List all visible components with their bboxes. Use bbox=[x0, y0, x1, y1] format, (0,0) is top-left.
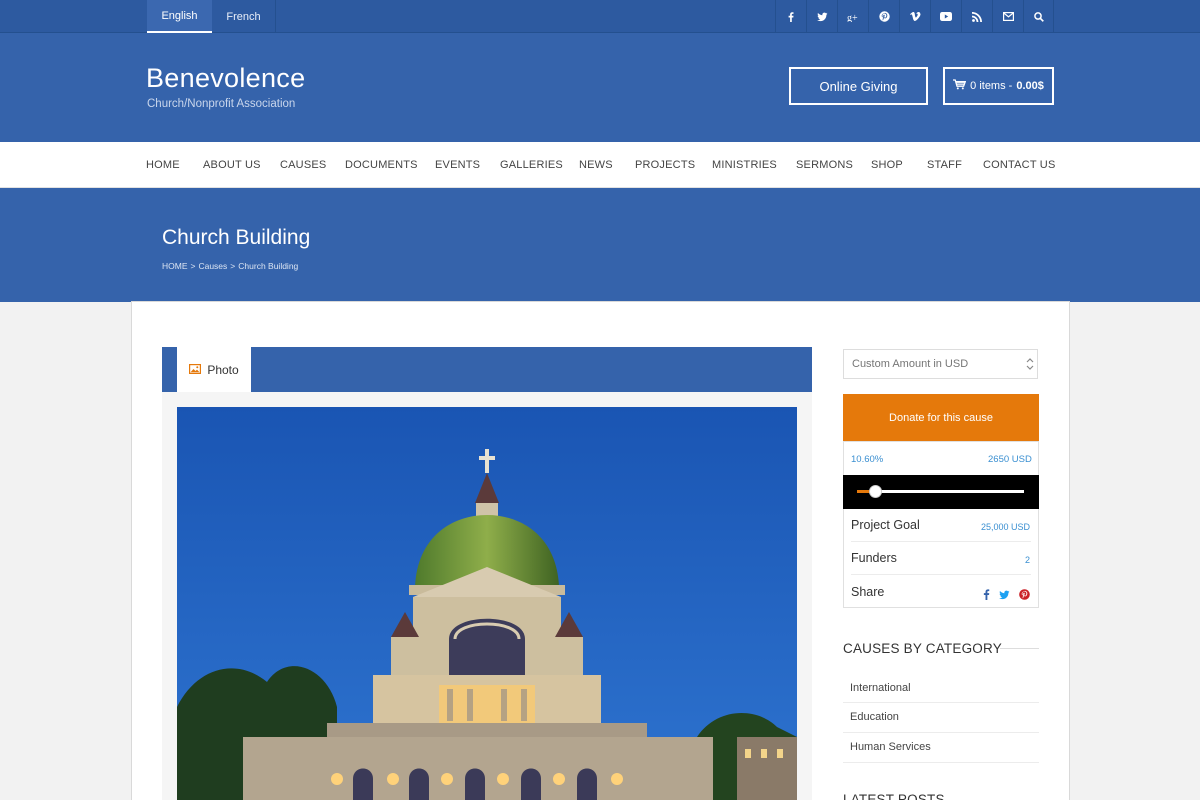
nav-staff[interactable]: STAFF bbox=[927, 142, 962, 188]
cart-total: 0.00$ bbox=[1016, 80, 1044, 92]
search-icon[interactable] bbox=[1023, 0, 1054, 33]
category-divider bbox=[843, 702, 1039, 703]
pinterest-share-icon[interactable] bbox=[1019, 587, 1030, 600]
latest-posts-heading: LATEST POSTS bbox=[843, 792, 945, 800]
cart-items-label: 0 items - bbox=[970, 80, 1013, 92]
svg-text:g+: g+ bbox=[847, 13, 858, 22]
cart-button[interactable]: 0 items - 0.00$ bbox=[943, 67, 1054, 105]
vimeo-icon[interactable] bbox=[899, 0, 930, 33]
twitter-share-icon[interactable] bbox=[999, 587, 1010, 600]
nav-shop[interactable]: SHOP bbox=[871, 142, 903, 188]
stat-divider bbox=[851, 541, 1031, 542]
breadcrumb-causes[interactable]: Causes bbox=[198, 261, 227, 271]
category-divider bbox=[843, 732, 1039, 733]
twitter-icon[interactable] bbox=[806, 0, 837, 33]
breadcrumb-separator: > bbox=[190, 261, 196, 271]
language-divider bbox=[275, 0, 276, 33]
email-icon[interactable] bbox=[992, 0, 1023, 33]
tab-photo[interactable]: Photo bbox=[177, 347, 251, 392]
nav-sermons[interactable]: SERMONS bbox=[796, 142, 853, 188]
online-giving-button[interactable]: Online Giving bbox=[789, 67, 928, 105]
progress-track bbox=[857, 490, 1024, 493]
nav-galleries[interactable]: GALLERIES bbox=[500, 142, 563, 188]
image-icon bbox=[189, 363, 202, 377]
nav-events[interactable]: EVENTS bbox=[435, 142, 480, 188]
youtube-icon[interactable] bbox=[930, 0, 961, 33]
amount-stepper-icon[interactable] bbox=[1025, 356, 1035, 372]
media-tab-bar bbox=[162, 347, 812, 392]
project-goal-label: Project Goal bbox=[851, 518, 920, 532]
progress-knob[interactable] bbox=[869, 485, 882, 498]
nav-contact-us[interactable]: CONTACT US bbox=[983, 142, 1056, 188]
category-link-international[interactable]: International bbox=[850, 682, 911, 694]
donate-button[interactable]: Donate for this cause bbox=[843, 394, 1039, 441]
stat-divider bbox=[851, 574, 1031, 575]
breadcrumb-separator: > bbox=[230, 261, 236, 271]
category-link-human-services[interactable]: Human Services bbox=[850, 741, 931, 753]
online-giving-label: Online Giving bbox=[819, 78, 898, 94]
nav-documents[interactable]: DOCUMENTS bbox=[345, 142, 418, 188]
causes-by-category-heading: CAUSES BY CATEGORY bbox=[843, 641, 1002, 656]
project-goal-value: 25,000 USD bbox=[980, 522, 1030, 532]
breadcrumb: HOME > Causes > Church Building bbox=[162, 261, 298, 271]
language-french[interactable]: French bbox=[212, 0, 275, 33]
rss-icon[interactable] bbox=[961, 0, 992, 33]
nav-news[interactable]: NEWS bbox=[579, 142, 613, 188]
facebook-icon[interactable] bbox=[775, 0, 806, 33]
nav-home[interactable]: HOME bbox=[146, 142, 180, 188]
custom-amount-input[interactable] bbox=[843, 349, 1038, 379]
funders-label: Funders bbox=[851, 551, 897, 565]
heading-rule bbox=[1000, 648, 1039, 649]
cart-icon bbox=[953, 79, 967, 93]
site-tagline: Church/Nonprofit Association bbox=[147, 98, 296, 110]
amount-raised: 2650 USD bbox=[988, 454, 1032, 465]
church-photo[interactable] bbox=[177, 407, 797, 800]
site-title[interactable]: Benevolence bbox=[146, 63, 305, 94]
pinterest-icon[interactable] bbox=[868, 0, 899, 33]
funders-value: 2 bbox=[1024, 555, 1030, 565]
breadcrumb-current: Church Building bbox=[238, 261, 299, 271]
nav-ministries[interactable]: MINISTRIES bbox=[712, 142, 777, 188]
nav-causes[interactable]: CAUSES bbox=[280, 142, 326, 188]
page-title: Church Building bbox=[162, 226, 311, 249]
tab-photo-label: Photo bbox=[207, 362, 239, 377]
category-link-education[interactable]: Education bbox=[850, 711, 899, 723]
breadcrumb-home[interactable]: HOME bbox=[162, 261, 188, 271]
google-plus-icon[interactable]: g+ bbox=[837, 0, 868, 33]
donate-button-label: Donate for this cause bbox=[889, 411, 993, 424]
progress-percent: 10.60% bbox=[851, 454, 884, 465]
nav-about-us[interactable]: ABOUT US bbox=[203, 142, 261, 188]
nav-projects[interactable]: PROJECTS bbox=[635, 142, 695, 188]
language-english[interactable]: English bbox=[147, 0, 212, 33]
facebook-share-icon[interactable] bbox=[981, 587, 992, 600]
share-label: Share bbox=[851, 585, 885, 599]
category-divider bbox=[843, 762, 1039, 763]
